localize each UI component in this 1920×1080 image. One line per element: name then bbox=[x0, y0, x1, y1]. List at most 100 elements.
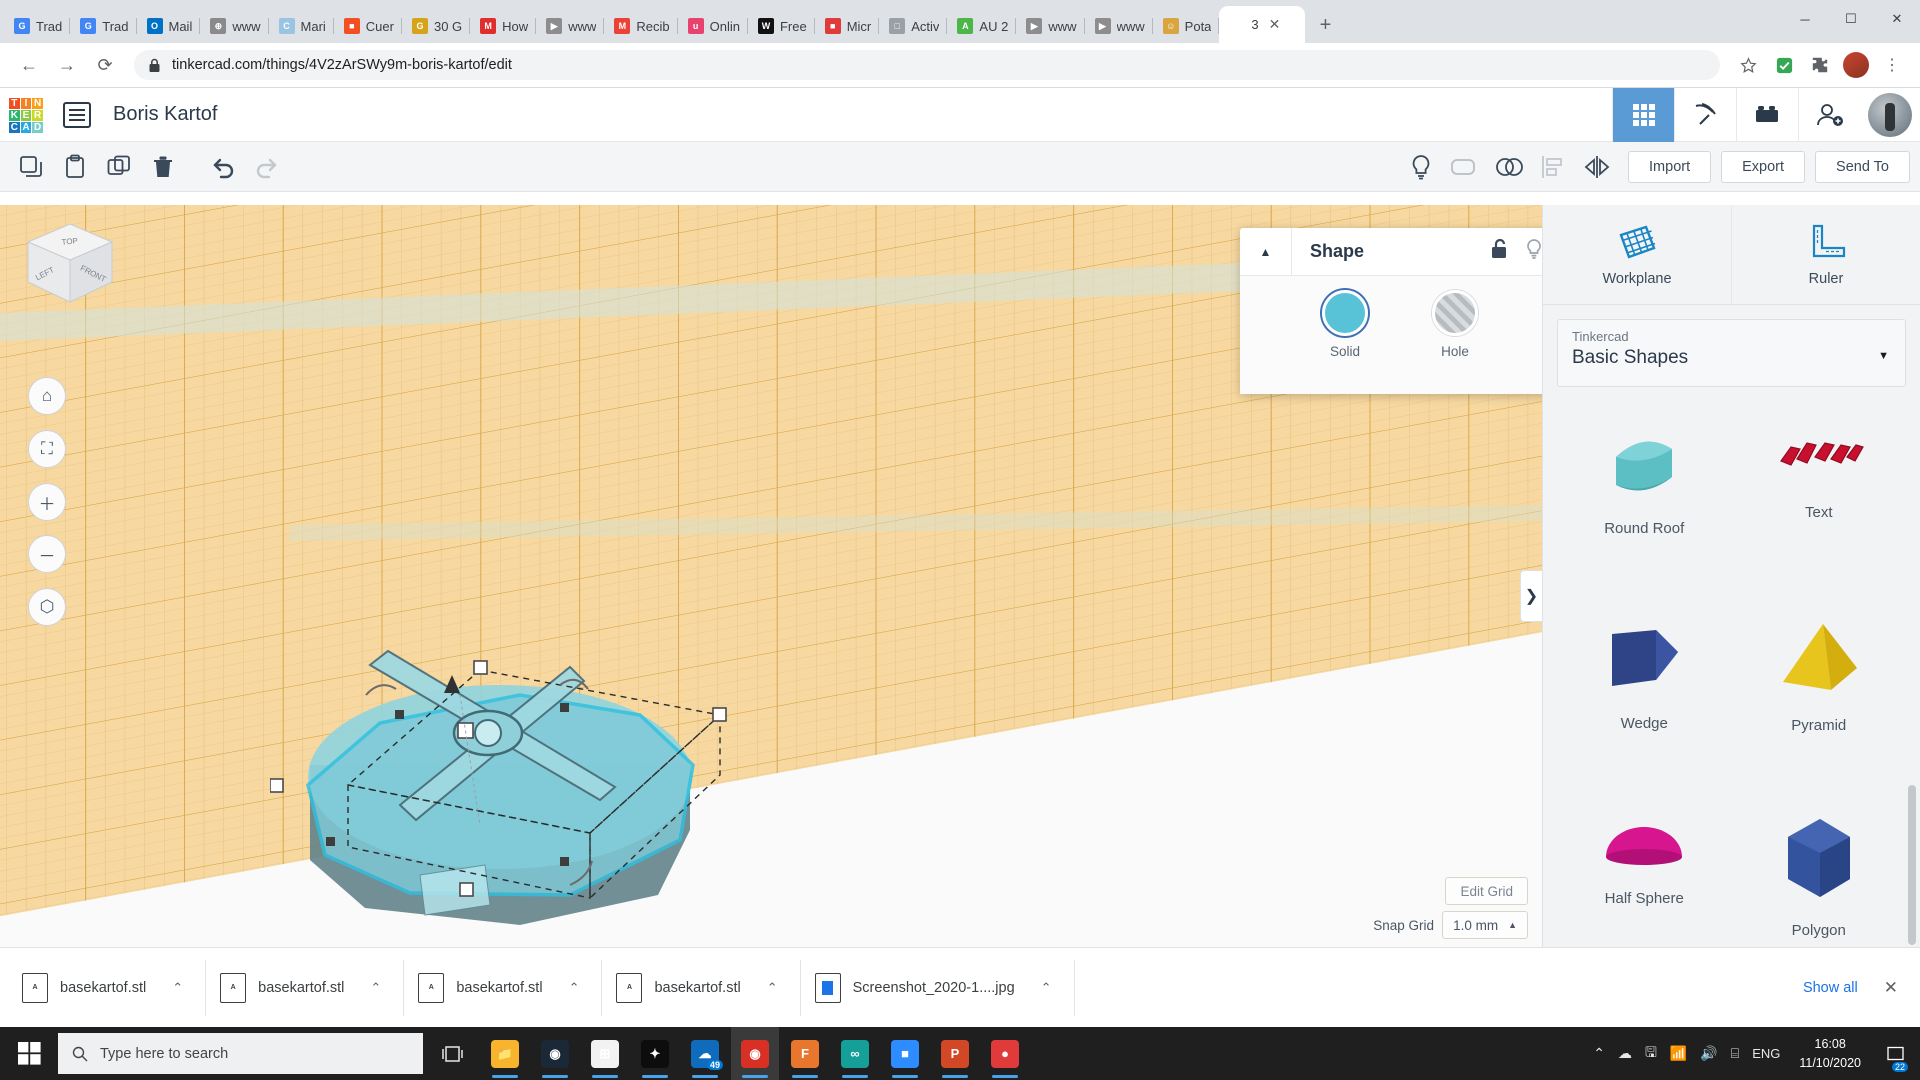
delete-button[interactable] bbox=[142, 148, 184, 186]
volume-icon[interactable]: 🔊 bbox=[1700, 1045, 1717, 1062]
onedrive-icon[interactable]: ☁49 bbox=[681, 1027, 729, 1080]
taskbar-search-box[interactable]: Type here to search bbox=[58, 1033, 423, 1074]
blocks-lego-icon[interactable] bbox=[1736, 88, 1798, 142]
download-item[interactable]: Abasekartof.stl⌃ bbox=[602, 960, 800, 1016]
reload-button[interactable]: ⟳ bbox=[88, 48, 122, 82]
tab-close-icon[interactable]: ✕ bbox=[1269, 16, 1281, 33]
shape-polygon[interactable]: Polygon bbox=[1732, 787, 1907, 947]
zoom-icon[interactable]: ■ bbox=[881, 1027, 929, 1080]
fit-all-button[interactable]: ⛶ bbox=[28, 430, 66, 468]
ortho-perspective-button[interactable]: ⬡ bbox=[28, 588, 66, 626]
windows-start-icon[interactable] bbox=[0, 1027, 58, 1080]
browser-tab[interactable]: OMail bbox=[137, 9, 201, 43]
workplane-tool[interactable]: Workplane bbox=[1543, 205, 1731, 304]
zoom-in-button[interactable]: ＋ bbox=[28, 483, 66, 521]
browser-tab[interactable]: GTrad bbox=[4, 9, 70, 43]
browser-tab[interactable]: G30 G bbox=[402, 9, 470, 43]
brave-icon[interactable]: ● bbox=[981, 1027, 1029, 1080]
back-button[interactable]: ← bbox=[12, 48, 46, 82]
window-minimize-button[interactable]: ─ bbox=[1782, 0, 1828, 38]
download-menu-icon[interactable]: ⌃ bbox=[172, 980, 183, 996]
pdf-reader-icon[interactable]: F bbox=[781, 1027, 829, 1080]
collapse-panel-button[interactable]: ▲ bbox=[1240, 228, 1292, 276]
bookmark-star-icon[interactable] bbox=[1732, 49, 1764, 81]
export-button[interactable]: Export bbox=[1721, 151, 1805, 183]
grid-view-icon[interactable] bbox=[1612, 88, 1674, 142]
download-item[interactable]: Screenshot_2020-1....jpg⌃ bbox=[801, 960, 1075, 1016]
undo-button[interactable] bbox=[202, 148, 244, 186]
view-cube[interactable]: TOP LEFT FRONT bbox=[20, 220, 120, 310]
download-item[interactable]: Abasekartof.stl⌃ bbox=[206, 960, 404, 1016]
input-icon[interactable]: ⌸ bbox=[1731, 1045, 1739, 1062]
shape-half-sphere[interactable]: Half Sphere bbox=[1557, 787, 1732, 947]
browser-tab[interactable]: ▶www bbox=[536, 9, 604, 43]
puzzle-extension-icon[interactable] bbox=[1804, 49, 1836, 81]
pickaxe-codeblocks-icon[interactable] bbox=[1674, 88, 1736, 142]
chrome-menu-button[interactable]: ⋮ bbox=[1876, 49, 1908, 81]
address-bar[interactable]: tinkercad.com/things/4V2zArSWy9m-boris-k… bbox=[134, 50, 1720, 80]
profile-avatar[interactable] bbox=[1840, 49, 1872, 81]
download-menu-icon[interactable]: ⌃ bbox=[1041, 980, 1052, 996]
mirror-button[interactable] bbox=[1576, 148, 1618, 186]
redo-button[interactable] bbox=[246, 148, 288, 186]
powerpoint-icon[interactable]: P bbox=[931, 1027, 979, 1080]
tinkercad-logo[interactable]: TINKERCAD bbox=[9, 98, 43, 132]
predator-icon[interactable]: ✦ bbox=[631, 1027, 679, 1080]
menu-list-icon[interactable] bbox=[63, 102, 91, 128]
download-menu-icon[interactable]: ⌃ bbox=[370, 980, 381, 996]
microsoft-store-icon[interactable]: ⊞ bbox=[581, 1027, 629, 1080]
padlock-open-icon[interactable] bbox=[1490, 238, 1510, 266]
edit-grid-button[interactable]: Edit Grid bbox=[1445, 877, 1528, 905]
browser-tab[interactable]: WFree bbox=[748, 9, 815, 43]
window-maximize-button[interactable]: ☐ bbox=[1828, 0, 1874, 38]
taskbar-clock[interactable]: 16:0811/10/2020 bbox=[1793, 1035, 1867, 1071]
file-explorer-icon[interactable]: 📁 bbox=[481, 1027, 529, 1080]
language-indicator[interactable]: ENG bbox=[1752, 1046, 1780, 1061]
shape-wedge[interactable]: Wedge bbox=[1557, 594, 1732, 787]
paste-button[interactable] bbox=[54, 148, 96, 186]
notification-center-button[interactable]: 22 bbox=[1880, 1027, 1910, 1080]
light-bulb-icon[interactable] bbox=[1400, 148, 1442, 186]
forward-button[interactable]: → bbox=[50, 48, 84, 82]
browser-tab[interactable]: ▶www bbox=[1016, 9, 1084, 43]
browser-tab[interactable]: MHow bbox=[470, 9, 536, 43]
browser-tab[interactable]: AAU 2 bbox=[947, 9, 1016, 43]
model-selection[interactable] bbox=[270, 615, 800, 947]
infinity-icon[interactable]: ∞ bbox=[831, 1027, 879, 1080]
add-person-icon[interactable] bbox=[1798, 88, 1860, 142]
shape-library-select[interactable]: Tinkercad Basic Shapes ▼ bbox=[1557, 319, 1906, 387]
browser-tab[interactable]: GTrad bbox=[70, 9, 136, 43]
browser-tab[interactable]: uOnlin bbox=[678, 9, 748, 43]
wifi-icon[interactable]: 📶 bbox=[1670, 1045, 1687, 1062]
browser-tab[interactable]: □Activ bbox=[879, 9, 947, 43]
user-avatar[interactable] bbox=[1868, 93, 1912, 137]
check-extension-icon[interactable] bbox=[1768, 49, 1800, 81]
hole-swatch[interactable]: Hole bbox=[1432, 290, 1478, 394]
panel-scrollbar[interactable] bbox=[1908, 785, 1916, 945]
download-menu-icon[interactable]: ⌃ bbox=[569, 980, 580, 996]
download-menu-icon[interactable]: ⌃ bbox=[767, 980, 778, 996]
new-tab-button[interactable]: + bbox=[1311, 11, 1339, 39]
group-button[interactable] bbox=[1444, 148, 1486, 186]
downloads-show-all-button[interactable]: Show all bbox=[1783, 980, 1878, 996]
task-view-icon[interactable] bbox=[423, 1045, 481, 1063]
home-view-button[interactable]: ⌂ bbox=[28, 377, 66, 415]
download-item[interactable]: Abasekartof.stl⌃ bbox=[8, 960, 206, 1016]
window-close-button[interactable]: ✕ bbox=[1874, 0, 1920, 38]
shape-pyramid[interactable]: Pyramid bbox=[1732, 594, 1907, 787]
show-hidden-icons[interactable]: ⌃ bbox=[1593, 1045, 1605, 1062]
panel-toggle-button[interactable]: ❯ bbox=[1520, 570, 1542, 622]
browser-tab-active[interactable]: 3 ✕ bbox=[1219, 6, 1305, 43]
design-title[interactable]: Boris Kartof bbox=[113, 103, 217, 126]
snap-grid-select[interactable]: 1.0 mm ▲ bbox=[1442, 911, 1528, 939]
align-button[interactable] bbox=[1532, 148, 1574, 186]
browser-tab[interactable]: ⊕www bbox=[200, 9, 268, 43]
battery-icon[interactable]: 🖫 bbox=[1645, 1042, 1657, 1066]
ruler-tool[interactable]: Ruler bbox=[1731, 205, 1920, 304]
download-item[interactable]: Abasekartof.stl⌃ bbox=[404, 960, 602, 1016]
shape-text[interactable]: Text bbox=[1732, 401, 1907, 594]
import-button[interactable]: Import bbox=[1628, 151, 1711, 183]
browser-tab[interactable]: ☺Pota bbox=[1153, 9, 1220, 43]
onedrive-tray-icon[interactable]: ☁ bbox=[1618, 1045, 1632, 1062]
downloads-close-button[interactable]: ✕ bbox=[1878, 978, 1920, 998]
